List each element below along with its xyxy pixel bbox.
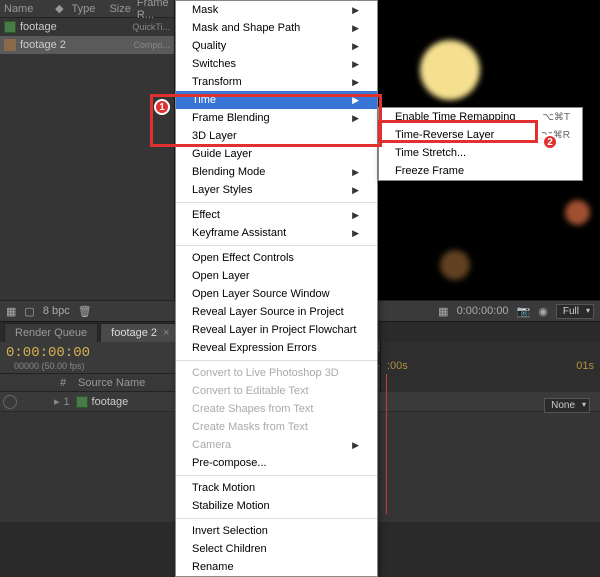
menu-item-blending-mode[interactable]: Blending Mode▶ [176, 163, 377, 181]
close-icon[interactable]: × [163, 327, 169, 339]
parent-dropdown[interactable]: None [544, 398, 590, 413]
ruler-tick: 01s [576, 360, 594, 372]
bin-icon[interactable]: ▦ [6, 305, 16, 318]
menu-separator [176, 202, 377, 203]
project-panel: Name ◆ Type Size Frame R... footage Quic… [0, 0, 175, 300]
resolution-dropdown[interactable]: Full [556, 304, 594, 319]
item-name: footage 2 [20, 39, 66, 51]
submenu-arrow-icon: ▶ [352, 95, 359, 106]
playhead[interactable] [386, 374, 387, 514]
menu-separator [176, 360, 377, 361]
film-icon [76, 396, 88, 408]
menu-item-reveal-expression-errors[interactable]: Reveal Expression Errors [176, 339, 377, 357]
submenu-arrow-icon: ▶ [352, 41, 359, 52]
callout-badge-2: 2 [542, 134, 558, 150]
menu-item-guide-layer[interactable]: Guide Layer [176, 145, 377, 163]
submenu-arrow-icon: ▶ [352, 210, 359, 221]
bokeh-light [420, 40, 480, 100]
item-type: Compo... [133, 40, 170, 50]
preview-time[interactable]: 0:00:00:00 [457, 305, 509, 317]
submenu-arrow-icon: ▶ [352, 59, 359, 70]
submenu-arrow-icon: ▶ [352, 440, 359, 451]
col-source[interactable]: Source Name [78, 377, 178, 389]
bokeh-light [440, 250, 470, 280]
submenu-arrow-icon: ▶ [352, 5, 359, 16]
menu-item-quality[interactable]: Quality▶ [176, 37, 377, 55]
menu-item-3d-layer[interactable]: 3D Layer [176, 127, 377, 145]
twirl-icon[interactable]: ▸ [54, 395, 60, 408]
menu-item-time[interactable]: Time▶ [176, 91, 377, 109]
layer-num: 1 [64, 396, 76, 408]
callout-badge-1: 1 [154, 99, 170, 115]
trash-icon[interactable]: 🗑 [78, 305, 92, 318]
menu-item-convert-to-live-photoshop-3d: Convert to Live Photoshop 3D [176, 364, 377, 382]
folder-icon[interactable]: ▢ [24, 305, 34, 318]
submenu-arrow-icon: ▶ [352, 167, 359, 178]
menu-separator [176, 245, 377, 246]
submenu-arrow-icon: ▶ [352, 23, 359, 34]
col-type[interactable]: Type [72, 3, 104, 15]
menu-item-create-masks-from-text: Create Masks from Text [176, 418, 377, 436]
menu-item-switches[interactable]: Switches▶ [176, 55, 377, 73]
submenu-arrow-icon: ▶ [352, 113, 359, 124]
frame-info: 00000 (50.00 fps) [14, 361, 90, 371]
menu-item-keyframe-assistant[interactable]: Keyframe Assistant▶ [176, 224, 377, 242]
menu-item-frame-blending[interactable]: Frame Blending▶ [176, 109, 377, 127]
menu-item-open-effect-controls[interactable]: Open Effect Controls [176, 249, 377, 267]
film-icon [4, 21, 16, 33]
time-ruler[interactable]: :00s 01s [380, 342, 600, 392]
menu-item-reveal-layer-in-project-flowchart[interactable]: Reveal Layer in Project Flowchart [176, 321, 377, 339]
menu-item-layer-styles[interactable]: Layer Styles▶ [176, 181, 377, 199]
item-name: footage [20, 21, 57, 33]
menu-item-mask[interactable]: Mask▶ [176, 1, 377, 19]
submenu-arrow-icon: ▶ [352, 228, 359, 239]
ruler-tick: :00s [387, 360, 408, 372]
snapshot-icon[interactable]: 📷 [517, 305, 531, 318]
menu-item-track-motion[interactable]: Track Motion [176, 479, 377, 497]
context-menu: Mask▶Mask and Shape Path▶Quality▶Switche… [175, 0, 378, 577]
keyboard-shortcut: ⌥⌘T [542, 112, 570, 123]
col-name[interactable]: Name [4, 3, 55, 15]
tab-render-queue[interactable]: Render Queue [4, 323, 98, 342]
tab-composition[interactable]: footage 2× [100, 323, 180, 342]
menu-item-rename[interactable]: Rename [176, 558, 377, 576]
menu-separator [176, 518, 377, 519]
project-header: Name ◆ Type Size Frame R... [0, 0, 174, 18]
grid-icon[interactable]: ▦ [438, 305, 448, 318]
submenu-item-freeze-frame[interactable]: Freeze Frame [379, 162, 582, 180]
menu-item-mask-and-shape-path[interactable]: Mask and Shape Path▶ [176, 19, 377, 37]
col-framerate[interactable]: Frame R... [137, 0, 170, 21]
project-item-footage2[interactable]: footage 2 Compo... [0, 36, 174, 54]
bokeh-light [565, 200, 590, 225]
menu-item-open-layer-source-window[interactable]: Open Layer Source Window [176, 285, 377, 303]
col-label-icon[interactable]: ◆ [55, 2, 63, 15]
menu-item-camera: Camera▶ [176, 436, 377, 454]
project-item-footage[interactable]: footage QuickTi... [0, 18, 174, 36]
bpc-toggle[interactable]: 8 bpc [43, 305, 70, 317]
comp-icon [4, 39, 16, 51]
current-timecode[interactable]: 0:00:00:00 [6, 345, 90, 361]
menu-item-create-shapes-from-text: Create Shapes from Text [176, 400, 377, 418]
visibility-toggle[interactable] [3, 395, 17, 409]
submenu-item-enable-time-remapping[interactable]: Enable Time Remapping⌥⌘T [379, 108, 582, 126]
menu-item-convert-to-editable-text: Convert to Editable Text [176, 382, 377, 400]
col-num[interactable]: # [60, 377, 78, 389]
channel-icon[interactable]: ◉ [538, 305, 548, 318]
col-size[interactable]: Size [109, 3, 130, 15]
menu-item-invert-selection[interactable]: Invert Selection [176, 522, 377, 540]
menu-separator [176, 475, 377, 476]
layer-name: footage [92, 396, 129, 408]
menu-item-select-children[interactable]: Select Children [176, 540, 377, 558]
menu-item-transform[interactable]: Transform▶ [176, 73, 377, 91]
menu-item-effect[interactable]: Effect▶ [176, 206, 377, 224]
item-type: QuickTi... [132, 22, 170, 32]
menu-item-pre-compose-[interactable]: Pre-compose... [176, 454, 377, 472]
menu-item-stabilize-motion[interactable]: Stabilize Motion [176, 497, 377, 515]
submenu-arrow-icon: ▶ [352, 185, 359, 196]
menu-item-open-layer[interactable]: Open Layer [176, 267, 377, 285]
menu-item-reveal-layer-source-in-project[interactable]: Reveal Layer Source in Project [176, 303, 377, 321]
submenu-arrow-icon: ▶ [352, 77, 359, 88]
